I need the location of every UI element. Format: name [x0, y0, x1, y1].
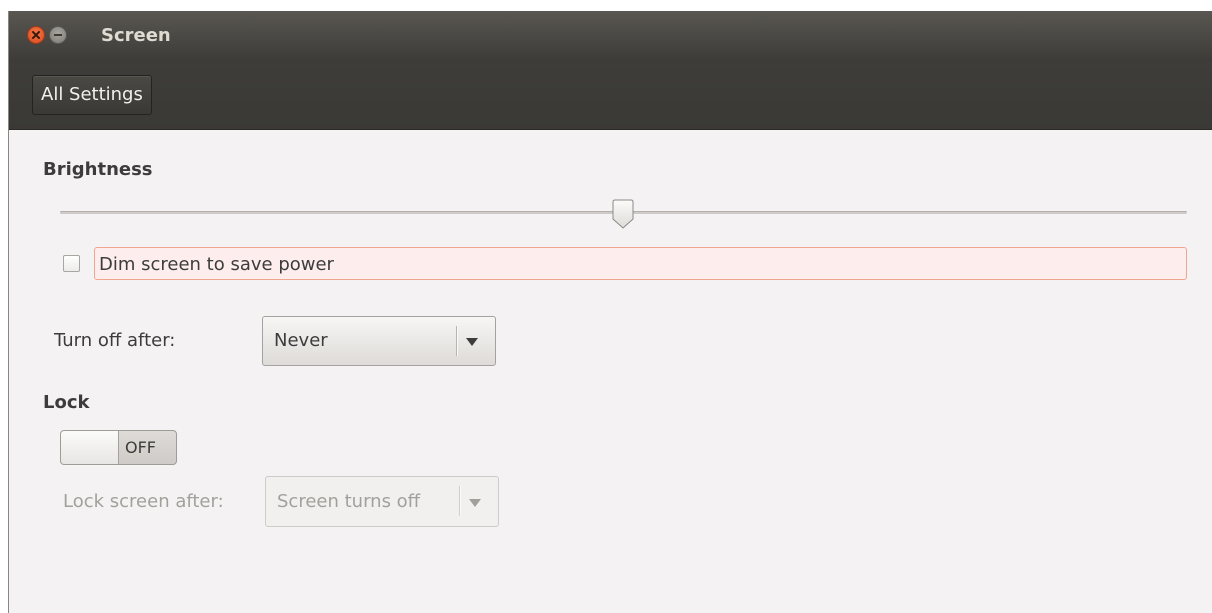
lock-toggle-switch[interactable]: OFF [60, 430, 177, 465]
slider-handle-icon [612, 199, 634, 229]
screen-settings-window: Screen All Settings Brightness Dim scree… [8, 11, 1212, 613]
dim-screen-label: Dim screen to save power [99, 254, 334, 275]
turn-off-label: Turn off after: [54, 330, 176, 351]
lock-after-label: Lock screen after: [63, 491, 224, 512]
close-icon [32, 31, 40, 39]
lock-after-dropdown: Screen turns off [265, 476, 499, 527]
chevron-down-icon [469, 499, 481, 507]
window-title: Screen [101, 25, 171, 46]
toggle-state-label: OFF [125, 438, 156, 457]
dropdown-separator [459, 486, 461, 516]
toggle-handle[interactable] [61, 431, 119, 464]
minimize-icon [54, 34, 62, 36]
toolbar: All Settings [9, 62, 1212, 130]
brightness-heading: Brightness [43, 159, 153, 180]
turn-off-dropdown[interactable]: Never [262, 316, 496, 366]
brightness-slider-handle[interactable] [612, 199, 634, 229]
titlebar: Screen [9, 11, 1212, 62]
minimize-button[interactable] [49, 26, 67, 44]
lock-heading: Lock [43, 392, 90, 413]
all-settings-button[interactable]: All Settings [32, 75, 152, 115]
dim-screen-checkbox[interactable] [63, 255, 80, 272]
dim-screen-option[interactable]: Dim screen to save power [63, 247, 1188, 280]
close-button[interactable] [27, 26, 45, 44]
dropdown-separator [456, 326, 458, 356]
turn-off-selected: Never [274, 330, 328, 351]
dim-screen-focus-box[interactable]: Dim screen to save power [94, 247, 1187, 280]
chevron-down-icon [466, 338, 478, 346]
lock-after-selected: Screen turns off [277, 491, 421, 512]
